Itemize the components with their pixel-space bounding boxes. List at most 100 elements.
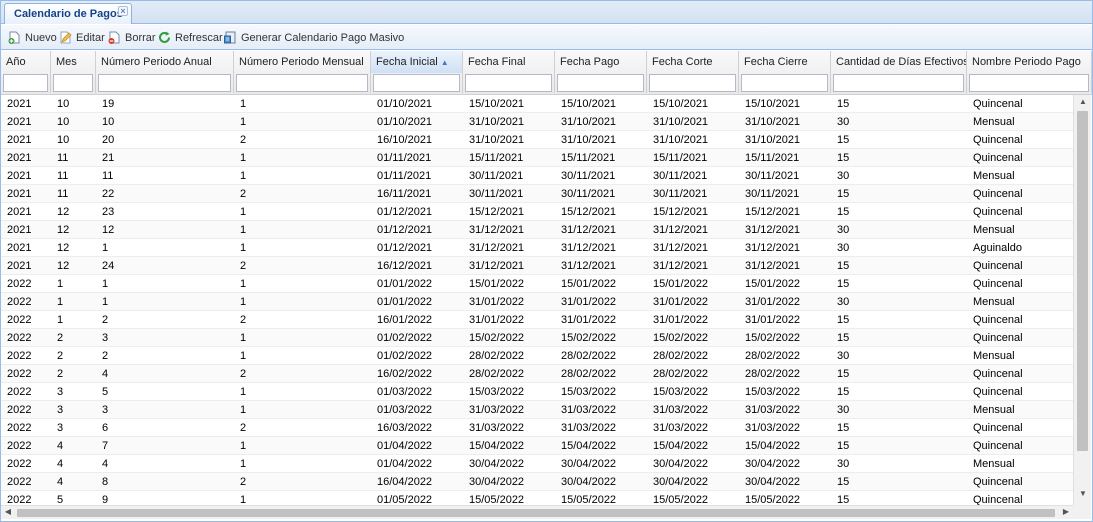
table-cell: 3 xyxy=(57,386,64,398)
table-cell: 1 xyxy=(240,278,247,290)
table-row[interactable]: 2022 4 8 2 16/04/2022 30/04/2022 30/04/2022 30/… xyxy=(1,473,1073,491)
table-cell: 2 xyxy=(240,368,247,380)
column-filter-input[interactable] xyxy=(465,74,552,92)
table-cell: 15 xyxy=(837,476,850,488)
column-filter-input[interactable] xyxy=(741,74,828,92)
table-cell: 30 xyxy=(837,242,850,254)
column-header-label: Fecha Cierre xyxy=(744,56,808,68)
horizontal-scroll-thumb[interactable] xyxy=(17,509,1055,517)
scroll-left-icon[interactable]: ◀ xyxy=(1,507,15,516)
column-filter-input[interactable] xyxy=(373,74,460,92)
table-cell: 15 xyxy=(837,494,850,505)
table-cell: 01/03/2022 xyxy=(377,386,433,398)
table-row[interactable]: 2022 2 2 1 01/02/2022 28/02/2022 28/02/2022 28/… xyxy=(1,347,1073,365)
table-row[interactable]: 2022 1 2 2 16/01/2022 31/01/2022 31/01/2022 31/… xyxy=(1,311,1073,329)
table-row[interactable]: 2021 10 19 1 01/10/2021 15/10/2021 15/10/2021 1… xyxy=(1,95,1073,113)
table-cell: 31/03/2022 xyxy=(653,404,709,416)
table-cell: 01/04/2022 xyxy=(377,458,433,470)
column-header[interactable]: Nombre Periodo Pago xyxy=(967,51,1092,73)
editar-button[interactable]: Editar xyxy=(58,29,105,46)
column-header[interactable]: Fecha Final xyxy=(463,51,555,73)
table-cell: 30/04/2022 xyxy=(745,476,801,488)
table-row[interactable]: 2022 4 7 1 01/04/2022 15/04/2022 15/04/2022 15/… xyxy=(1,437,1073,455)
table-row[interactable]: 2022 3 6 2 16/03/2022 31/03/2022 31/03/2022 31/… xyxy=(1,419,1073,437)
nuevo-label: Nuevo xyxy=(25,31,57,44)
column-header[interactable]: Fecha Corte xyxy=(647,51,739,73)
table-cell: 1 xyxy=(102,278,109,290)
column-filter-input[interactable] xyxy=(98,74,231,92)
table-row[interactable]: 2022 1 1 1 01/01/2022 15/01/2022 15/01/2022 15/… xyxy=(1,275,1073,293)
table-row[interactable]: 2021 12 23 1 01/12/2021 15/12/2021 15/12/2021 1… xyxy=(1,203,1073,221)
scroll-up-icon[interactable]: ▲ xyxy=(1074,97,1092,106)
table-row[interactable]: 2021 11 22 2 16/11/2021 30/11/2021 30/11/2021 3… xyxy=(1,185,1073,203)
table-cell: 1 xyxy=(240,224,247,236)
table-row[interactable]: 2022 2 4 2 16/02/2022 28/02/2022 28/02/2022 28/… xyxy=(1,365,1073,383)
table-row[interactable]: 2021 11 21 1 01/11/2021 15/11/2021 15/11/2021 1… xyxy=(1,149,1073,167)
table-cell: 31/10/2021 xyxy=(561,116,617,128)
borrar-button[interactable]: Borrar xyxy=(107,29,156,46)
column-header[interactable]: Número Periodo Anual xyxy=(96,51,234,73)
table-cell: 30/04/2022 xyxy=(469,476,525,488)
table-row[interactable]: 2022 1 1 1 01/01/2022 31/01/2022 31/01/2022 31/… xyxy=(1,293,1073,311)
column-header-label: Cantidad de Días Efectivos xyxy=(836,56,967,68)
close-icon[interactable]: × xyxy=(118,6,128,16)
column-filter-input[interactable] xyxy=(833,74,964,92)
column-filter-input[interactable] xyxy=(3,74,48,92)
table-row[interactable]: 2022 2 3 1 01/02/2022 15/02/2022 15/02/2022 15/… xyxy=(1,329,1073,347)
vertical-scroll-thumb[interactable] xyxy=(1077,111,1088,451)
table-cell: 15/04/2022 xyxy=(745,440,801,452)
table-row[interactable]: 2021 12 24 2 16/12/2021 31/12/2021 31/12/2021 3… xyxy=(1,257,1073,275)
table-cell: 28/02/2022 xyxy=(653,368,709,380)
table-row[interactable]: 2022 4 4 1 01/04/2022 30/04/2022 30/04/2022 30/… xyxy=(1,455,1073,473)
refrescar-button[interactable]: Refrescar xyxy=(157,29,223,46)
table-row[interactable]: 2022 5 9 1 01/05/2022 15/05/2022 15/05/2022 15/… xyxy=(1,491,1073,505)
column-header[interactable]: Año xyxy=(1,51,51,73)
table-cell: 31/10/2021 xyxy=(469,134,525,146)
scroll-right-icon[interactable]: ▶ xyxy=(1059,507,1073,516)
scroll-down-icon[interactable]: ▼ xyxy=(1074,489,1092,498)
vertical-scrollbar[interactable]: ▲ ▼ xyxy=(1073,95,1091,505)
table-cell: 2022 xyxy=(7,404,32,416)
tab-calendario-pagos[interactable]: Calendario de Pagos × xyxy=(4,3,132,24)
column-filter-input[interactable] xyxy=(53,74,93,92)
table-cell: 2 xyxy=(57,332,64,344)
table-row[interactable]: 2021 12 1 1 01/12/2021 31/12/2021 31/12/2021 31… xyxy=(1,239,1073,257)
borrar-label: Borrar xyxy=(125,31,156,44)
column-filter-input[interactable] xyxy=(969,74,1089,92)
table-row[interactable]: 2021 12 12 1 01/12/2021 31/12/2021 31/12/2021 3… xyxy=(1,221,1073,239)
table-row[interactable]: 2021 10 20 2 16/10/2021 31/10/2021 31/10/2021 3… xyxy=(1,131,1073,149)
table-cell: 12 xyxy=(57,242,70,254)
table-cell: 31/12/2021 xyxy=(469,224,525,236)
table-cell: 01/02/2022 xyxy=(377,332,433,344)
column-header[interactable]: Fecha Pago xyxy=(555,51,647,73)
column-filter-input[interactable] xyxy=(649,74,736,92)
table-cell: 11 xyxy=(57,152,69,164)
column-header[interactable]: Número Periodo Mensual xyxy=(234,51,371,73)
column-header[interactable]: Cantidad de Días Efectivos xyxy=(831,51,967,73)
table-cell: 31/10/2021 xyxy=(745,116,801,128)
table-row[interactable]: 2022 3 3 1 01/03/2022 31/03/2022 31/03/2022 31/… xyxy=(1,401,1073,419)
column-header[interactable]: Mes xyxy=(51,51,96,73)
table-cell: 31/03/2022 xyxy=(745,422,801,434)
table-cell: 30/11/2021 xyxy=(653,170,708,182)
column-header[interactable]: Fecha Inicial ▲ xyxy=(371,51,463,73)
table-row[interactable]: 2021 10 10 1 01/10/2021 31/10/2021 31/10/2021 3… xyxy=(1,113,1073,131)
table-cell: 15/12/2021 xyxy=(653,206,709,218)
table-cell: 2021 xyxy=(7,206,32,218)
table-cell: Quincenal xyxy=(973,422,1023,434)
column-filter-input[interactable] xyxy=(236,74,368,92)
nuevo-button[interactable]: Nuevo xyxy=(7,29,57,46)
table-cell: 22 xyxy=(102,188,115,200)
column-header-label: Fecha Final xyxy=(468,56,526,68)
column-header[interactable]: Fecha Cierre xyxy=(739,51,831,73)
generar-calendario-button[interactable]: Generar Calendario Pago Masivo xyxy=(223,29,404,46)
table-cell: 15/01/2022 xyxy=(561,278,617,290)
horizontal-scrollbar[interactable]: ◀ ▶ xyxy=(1,505,1073,519)
table-row[interactable]: 2021 11 11 1 01/11/2021 30/11/2021 30/11/2021 3… xyxy=(1,167,1073,185)
table-cell: 15 xyxy=(837,368,850,380)
column-header-label: Nombre Periodo Pago xyxy=(972,56,1081,68)
column-filter-input[interactable] xyxy=(557,74,644,92)
table-cell: 30 xyxy=(837,224,850,236)
table-cell: 28/02/2022 xyxy=(469,368,525,380)
table-row[interactable]: 2022 3 5 1 01/03/2022 15/03/2022 15/03/2022 15/… xyxy=(1,383,1073,401)
